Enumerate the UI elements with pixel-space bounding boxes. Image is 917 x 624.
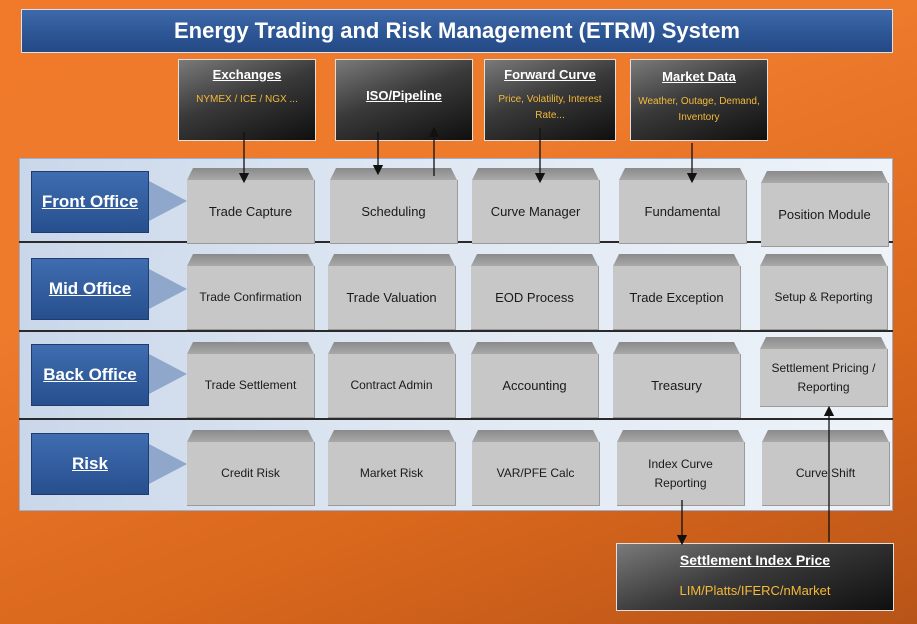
connector-arrows — [238, 126, 835, 546]
